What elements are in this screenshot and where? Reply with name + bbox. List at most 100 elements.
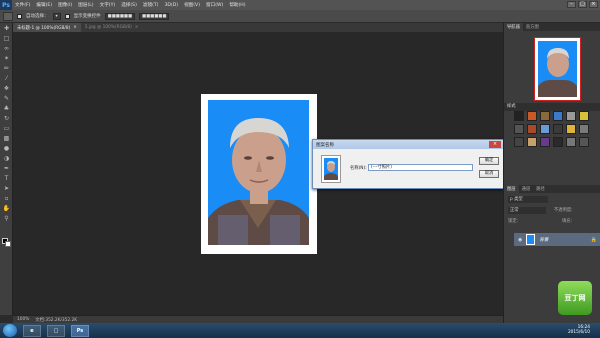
quick-select-tool-icon[interactable]: ✶ xyxy=(1,54,12,63)
tab-paths[interactable]: 路径 xyxy=(533,185,548,193)
portrait-thumbnail-icon xyxy=(324,161,338,180)
style-swatch[interactable] xyxy=(553,137,563,147)
move-tool-icon[interactable]: ✚ xyxy=(1,24,12,33)
options-bar: 自动选择： ▾ 显示变换控件 ■■■■■■ ■■■■■■ xyxy=(0,10,600,23)
taskbar-folder[interactable]: □ xyxy=(47,324,65,337)
document-size-info: 文档:352.2K/352.2K xyxy=(35,317,78,323)
style-swatch[interactable] xyxy=(579,111,589,121)
tab-histogram[interactable]: 直方图 xyxy=(523,23,542,31)
ok-button[interactable]: 确定 xyxy=(479,157,499,165)
tab-untitled-1[interactable]: 未标题-1 @ 100%(RGB/8) × xyxy=(13,23,81,32)
start-button[interactable] xyxy=(3,324,17,337)
align-buttons[interactable]: ■■■■■■ xyxy=(104,12,136,20)
style-swatch[interactable] xyxy=(514,124,524,134)
menu-edit[interactable]: 编辑(E) xyxy=(33,2,55,8)
tab-5-jpg[interactable]: 5.jpg @ 100%(RGB/8) × xyxy=(81,23,142,32)
style-swatch[interactable] xyxy=(566,111,576,121)
clone-stamp-tool-icon[interactable]: ♣ xyxy=(1,104,12,113)
portrait-navigator-icon xyxy=(538,48,577,97)
close-icon[interactable]: × xyxy=(135,25,139,30)
taskbar-ie[interactable]: e xyxy=(23,324,41,337)
maximize-button[interactable]: □ xyxy=(578,1,587,8)
menu-layer[interactable]: 图层(L) xyxy=(75,2,96,8)
marquee-tool-icon[interactable]: □ xyxy=(1,34,12,43)
style-swatch[interactable] xyxy=(527,124,537,134)
tab-layers[interactable]: 图层 xyxy=(504,185,519,193)
watermark-badge: 豆丁网 xyxy=(558,281,592,315)
background-color-swatch[interactable] xyxy=(5,241,11,247)
right-panel-dock: 导航器 直方图 样式 图层 通道 路径 p 类型 正常 不透明度: 锁定: 填充… xyxy=(503,23,600,323)
dialog-close-button[interactable]: × xyxy=(489,141,501,148)
distribute-buttons[interactable]: ■■■■■■ xyxy=(139,12,170,20)
style-swatch[interactable] xyxy=(514,137,524,147)
blend-mode-dropdown[interactable]: 正常 xyxy=(508,207,546,214)
show-transform-checkbox[interactable] xyxy=(64,13,70,19)
layer-kind-filter[interactable]: p 类型 xyxy=(508,196,548,203)
path-select-tool-icon[interactable]: ➤ xyxy=(1,184,12,193)
pattern-name-input[interactable]: (---寸照片) xyxy=(368,164,473,171)
style-swatch[interactable] xyxy=(579,137,589,147)
pattern-preview-image xyxy=(324,158,338,180)
taskbar-photoshop[interactable]: Ps xyxy=(71,324,89,337)
menu-help[interactable]: 帮助(H) xyxy=(226,2,248,8)
style-swatch[interactable] xyxy=(540,111,550,121)
healing-brush-tool-icon[interactable]: ❖ xyxy=(1,84,12,93)
brush-tool-icon[interactable]: ✎ xyxy=(1,94,12,103)
blur-tool-icon[interactable]: ● xyxy=(1,144,12,153)
pattern-name-dialog: 图案名称 × 名称(N): (---寸照片) 确定 取消 xyxy=(312,139,504,189)
menu-bar: Ps 文件(F) 编辑(E) 图像(I) 图层(L) 文字(Y) 选择(S) 滤… xyxy=(0,0,600,10)
lock-icon: 🔒 xyxy=(590,236,597,243)
style-swatch[interactable] xyxy=(579,124,589,134)
menu-image[interactable]: 图像(I) xyxy=(55,2,75,8)
style-swatch[interactable] xyxy=(553,124,563,134)
menu-type[interactable]: 文字(Y) xyxy=(97,2,119,8)
menu-view[interactable]: 视图(V) xyxy=(181,2,203,8)
move-tool-preset-icon[interactable] xyxy=(3,11,13,21)
layer-thumbnail xyxy=(526,234,536,245)
crop-tool-icon[interactable]: ✏ xyxy=(1,64,12,73)
close-button[interactable]: × xyxy=(589,1,598,8)
visibility-eye-icon[interactable]: ◉ xyxy=(518,237,522,243)
hand-tool-icon[interactable]: ✋ xyxy=(1,204,12,213)
tab-channels[interactable]: 通道 xyxy=(519,185,534,193)
auto-select-dropdown[interactable]: ▾ xyxy=(52,12,61,20)
lasso-tool-icon[interactable]: ∞ xyxy=(1,44,12,53)
history-brush-tool-icon[interactable]: ↻ xyxy=(1,114,12,123)
shape-tool-icon[interactable]: ▫ xyxy=(1,194,12,203)
navigator-preview[interactable] xyxy=(534,37,581,101)
status-bar: 100% 文档:352.2K/352.2K xyxy=(13,315,503,323)
system-clock[interactable]: 16:24 2015/6/10 xyxy=(568,325,590,335)
menu-3d[interactable]: 3D(D) xyxy=(161,3,181,8)
menu-window[interactable]: 窗口(W) xyxy=(203,2,226,8)
menu-filter[interactable]: 滤镜(T) xyxy=(140,2,162,8)
style-swatch[interactable] xyxy=(553,111,563,121)
portrait-photo xyxy=(208,100,309,245)
layer-row-background[interactable]: ◉ 背景 🔒 xyxy=(514,233,600,246)
navigator-panel-tabs: 导航器 直方图 xyxy=(504,23,600,31)
menu-select[interactable]: 选择(S) xyxy=(118,2,140,8)
cancel-button[interactable]: 取消 xyxy=(479,170,499,178)
style-swatch[interactable] xyxy=(514,111,524,121)
windows-taskbar: e □ Ps 16:24 2015/6/10 xyxy=(0,323,600,338)
document-tab-strip: 未标题-1 @ 100%(RGB/8) × 5.jpg @ 100%(RGB/8… xyxy=(13,23,503,32)
style-swatch[interactable] xyxy=(540,124,550,134)
zoom-level[interactable]: 100% xyxy=(17,317,29,322)
style-swatch[interactable] xyxy=(566,124,576,134)
dodge-tool-icon[interactable]: ◑ xyxy=(1,154,12,163)
style-swatch[interactable] xyxy=(527,111,537,121)
gradient-tool-icon[interactable]: ▩ xyxy=(1,134,12,143)
lock-label: 锁定: xyxy=(508,219,519,224)
style-swatch[interactable] xyxy=(566,137,576,147)
menu-file[interactable]: 文件(F) xyxy=(12,2,33,8)
eraser-tool-icon[interactable]: ▭ xyxy=(1,124,12,133)
minimize-button[interactable]: – xyxy=(567,1,576,8)
eyedropper-tool-icon[interactable]: ⁄ xyxy=(1,74,12,83)
tab-navigator[interactable]: 导航器 xyxy=(504,23,523,31)
style-swatch[interactable] xyxy=(540,137,550,147)
close-icon[interactable]: × xyxy=(73,25,77,30)
zoom-tool-icon[interactable]: ⚲ xyxy=(1,214,12,223)
pen-tool-icon[interactable]: ✒ xyxy=(1,164,12,173)
style-swatch[interactable] xyxy=(527,137,537,147)
auto-select-checkbox[interactable] xyxy=(17,13,22,19)
type-tool-icon[interactable]: T xyxy=(1,174,12,183)
